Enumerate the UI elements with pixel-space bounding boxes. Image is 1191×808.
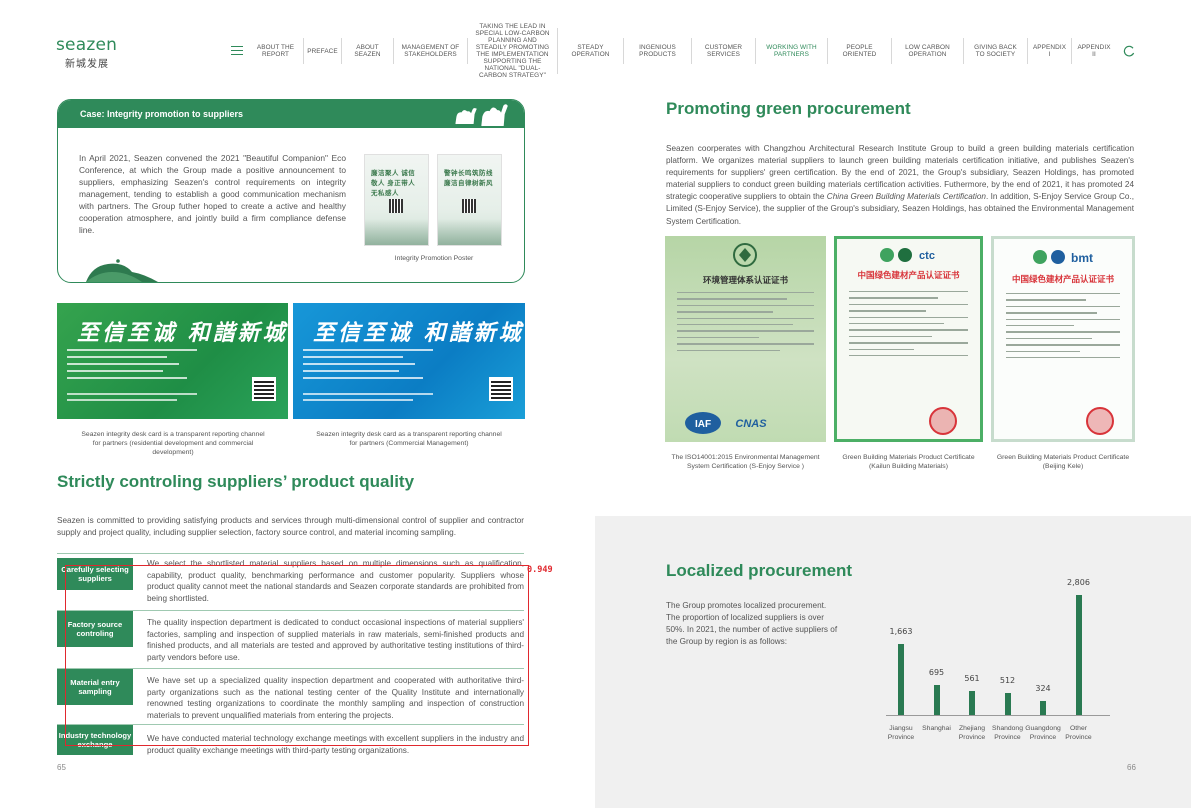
certificate-iso14001: 环境管理体系认证证书 IAF CNAS [665,236,826,442]
localized-description: The Group promotes localized procurement… [666,601,838,647]
certificate-caption-kailun: Green Building Materials Product Certifi… [842,454,975,470]
nav-item-people-oriented[interactable]: PEOPLE ORIENTED [828,38,892,64]
chart-x-axis [886,715,1110,716]
nav-item-giving-back[interactable]: GIVING BACK TO SOCIETY [964,38,1028,64]
poster-qr-code [462,199,476,213]
chart-data-label: 324 [1035,684,1051,693]
desk-card-qr-code [489,377,513,401]
localized-section-title: Localized procurement [666,561,853,580]
case-header: Case: Integrity promotion to suppliers [58,100,524,128]
chart-bar [933,685,940,715]
nav-item-working-with-partners[interactable]: WORKING WITH PARTNERS [756,38,828,64]
chart-bar [1004,693,1011,715]
logo-chinese-name: 新城发展 [65,59,109,70]
integrity-poster-2: 警钟长鸣筑防线 廉洁自律树新风 [437,154,502,246]
page-number-right: 66 [1127,763,1136,772]
menu-icon[interactable] [231,46,243,56]
case-description: In April 2021, Seazen convened the 2021 … [79,153,346,235]
nav-item-appendix-2[interactable]: APPENDIX II [1072,38,1116,64]
chart-bar [1075,595,1082,715]
seazen-logo[interactable]: seazen 新城发展 [56,36,136,70]
chart-data-label: 512 [999,676,1016,685]
poster-caption: Integrity Promotion Poster [394,255,474,262]
nav-item-preface[interactable]: PREFACE [304,38,342,64]
nav-item-appendix-1[interactable]: APPENDIX I [1028,38,1072,64]
official-seal [1086,407,1114,435]
nav-item-low-carbon-operation[interactable]: LOW CARBON OPERATION [892,38,964,64]
certificate-kailun: ctc 中国绿色建材产品认证证书 [834,236,983,442]
nav-item-low-carbon-planning[interactable]: TAKING THE LEAD IN SPECIAL LOW-CARBON PL… [468,23,558,79]
desk-card-caption-commercial: Seazen integrity desk card as a transpar… [316,431,502,447]
desk-card-caption-residential: Seazen integrity desk card is a transpar… [81,431,265,456]
poster-2-slogan: 警钟长鸣筑防线 廉洁自律树新风 [444,170,493,187]
hill-illustration [86,259,158,282]
chart-data-label: 561 [964,674,980,683]
desk-card-residential: 至信至诚 和諧新城 [57,303,288,419]
chart-bar [898,644,904,715]
nav-item-ingenious-products[interactable]: INGENIOUS PRODUCTS [624,38,692,64]
certificate-caption-iso: The ISO14001:2015 Environmental Manageme… [671,454,820,470]
chart-data-label: 2,806 [1067,578,1090,587]
certificate-title: 中国绿色建材产品认证证书 [857,270,960,280]
ctc-brand-icon: ctc [880,248,935,262]
desk-card-qr-code [252,377,276,401]
poster-1-slogan: 廉洁聚人 诚信敬人 身正带人 无私感人 [371,170,416,197]
desk-card-calligraphy: 至信至诚 和諧新城 [77,320,288,346]
quality-intro: Seazen is committed to providing satisfy… [57,516,524,538]
iaf-cnas-logos: IAF CNAS [685,412,767,434]
bmt-brand-icon: bmt [1033,250,1093,265]
quality-section-title: Strictly controling suppliers’ product q… [57,472,415,491]
chart-category-label: Other Province [1065,725,1092,741]
chart-bar [969,691,975,715]
certificate-emblem-icon [733,243,757,267]
certificate-caption-kele: Green Building Materials Product Certifi… [996,454,1130,470]
certificate-beijing-kele: bmt 中国绿色建材产品认证证书 [991,236,1135,442]
svg-text:IAF: IAF [695,419,711,430]
page-number-left: 65 [57,763,66,772]
top-navigation: ABOUT THE REPORT PREFACE ABOUT SEAZEN MA… [248,23,1116,79]
desk-card-calligraphy: 至信至诚 和諧新城 [313,320,524,346]
nav-item-steady-operation[interactable]: STEADY OPERATION [558,38,624,64]
integrity-poster-1: 廉洁聚人 诚信敬人 身正带人 无私感人 [364,154,429,246]
green-description: Seazen coorperates with Changzhou Archit… [666,144,1134,226]
desk-card-commercial: 至信至诚 和諧新城 [293,303,525,419]
case-title: Case: Integrity promotion to suppliers [80,109,244,119]
poster-qr-code [389,199,403,213]
green-section-title: Promoting green procurement [666,99,911,118]
nav-item-about-report[interactable]: ABOUT THE REPORT [248,38,304,64]
nav-item-about-seazen[interactable]: ABOUT SEAZEN [342,38,394,64]
certificate-title: 中国绿色建材产品认证证书 [1011,274,1114,284]
nav-item-customer-services[interactable]: CUSTOMER SERVICES [692,38,756,64]
logo-wordmark: seazen [56,35,118,55]
official-seal [929,407,957,435]
chart-data-label: 695 [928,668,945,677]
certificate-title: 环境管理体系认证证书 [702,275,788,285]
detection-highlight-box [65,565,529,746]
svg-text:CNAS: CNAS [735,418,767,430]
chart-data-label: 1,663 [889,627,913,636]
localized-panel [595,516,1191,808]
camel-icon [455,104,508,127]
refresh-icon[interactable] [1123,45,1135,57]
nav-item-stakeholders[interactable]: MANAGEMENT OF STAKEHOLDERS [394,38,468,64]
svg-text:bmt: bmt [1071,251,1093,265]
svg-text:ctc: ctc [919,250,935,262]
detection-score-label: 0.949 [527,565,553,575]
chart-bar [1040,701,1046,715]
case-box: Case: Integrity promotion to suppliers I… [57,99,525,283]
